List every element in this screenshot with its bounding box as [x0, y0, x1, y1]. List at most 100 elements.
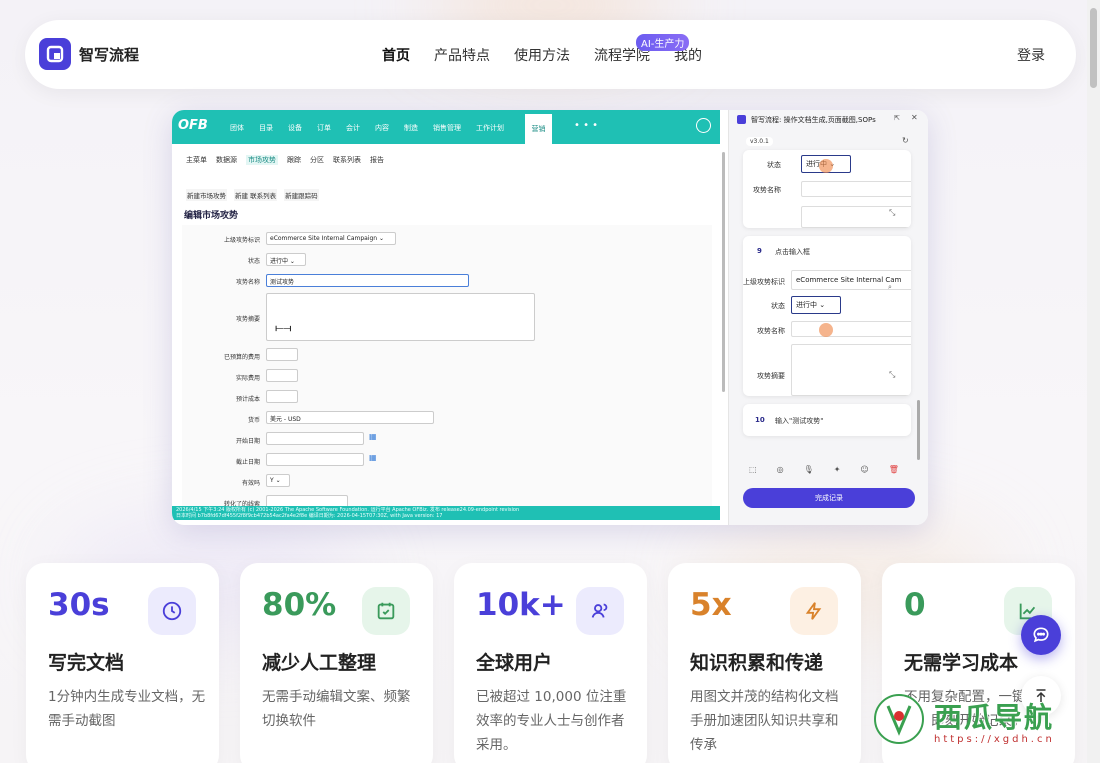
ofb-menu-item[interactable]: 工作计划 — [476, 123, 504, 133]
stat-card: 80% 减少人工整理 无需手动编辑文案、频繁切换软件 — [240, 563, 433, 763]
form-title: 编辑市场攻势 — [184, 211, 239, 221]
step-text: 输入"测试攻势" — [775, 417, 824, 425]
pin-icon[interactable]: ⇱ — [894, 114, 900, 122]
budget-input[interactable] — [266, 348, 298, 361]
scrollbar-thumb[interactable] — [1090, 8, 1097, 88]
field-label: 上级攻势标识 — [223, 237, 260, 244]
calendar-icon[interactable]: ▦ — [369, 432, 377, 441]
start-date-input[interactable] — [266, 432, 364, 445]
quick-link[interactable]: 新建 联系列表 — [234, 189, 278, 201]
ofb-menu-item[interactable]: 会计 — [346, 123, 360, 133]
ofb-submenu: 主菜单 数据源 市场攻势 跟踪 分区 联系列表 报告 — [186, 155, 393, 165]
field-label: 攻势名称 — [235, 279, 260, 286]
quick-link[interactable]: 新建跟踪码 — [284, 189, 319, 201]
ofb-menu-item[interactable]: 销售管理 — [433, 123, 461, 133]
footer-line: 日本时间 b7b8fd67df455f2f8f9cb472b54ac2fa4e2… — [176, 513, 443, 519]
field-label: 实际费用 — [235, 375, 260, 382]
ofb-menu-item[interactable]: 设备 — [288, 123, 302, 133]
active-select[interactable]: Y ⌄ — [266, 474, 290, 487]
submenu-item[interactable]: 数据源 — [216, 155, 237, 165]
ofb-menu-item[interactable]: 内容 — [375, 123, 389, 133]
card-field-label: 状态 — [767, 161, 781, 169]
login-link[interactable]: 登录 — [1017, 45, 1045, 65]
submenu-item[interactable]: 主菜单 — [186, 155, 207, 165]
click-marker — [819, 159, 833, 173]
card-field-label: 上级攻势标识 — [743, 278, 785, 286]
submenu-item[interactable]: 跟踪 — [287, 155, 301, 165]
chat-icon — [1033, 627, 1049, 643]
step-number: 10 — [755, 416, 765, 424]
stat-title: 知识积累和传递 — [690, 652, 824, 674]
panel-toolbar: ⬚ ◎ 🎙︎ ✦ ☺ 🗑︎ — [749, 465, 919, 474]
microphone-icon[interactable]: 🎙︎ — [804, 465, 814, 474]
ofb-header-bar: OFB 团体 目录 设备 订单 会计 内容 制造 销售管理 工作计划 营销 • … — [172, 110, 720, 144]
emoji-icon[interactable]: ☺ — [860, 465, 868, 474]
extension-side-panel: 智写流程: 操作文档生成,页面截图,SOPs ⇱ ✕ v3.0.1 ↻ 状态 进… — [728, 110, 928, 525]
stat-desc: 用图文并茂的结构化文档手册加速团队知识共享和传承 — [690, 689, 839, 753]
nav-link-home[interactable]: 首页 — [382, 45, 410, 65]
field-label: 已预算的费用 — [223, 354, 260, 361]
hide-icon[interactable]: ◎ — [777, 465, 784, 474]
submenu-item-selected[interactable]: 市场攻势 — [246, 155, 278, 165]
user-avatar-icon[interactable] — [696, 118, 711, 133]
watermark-logo — [874, 694, 924, 744]
nav-link-usage[interactable]: 使用方法 — [514, 45, 570, 65]
stat-title: 减少人工整理 — [262, 652, 377, 674]
campaign-summary-textarea[interactable] — [266, 293, 535, 341]
card-field-label: 攻势名称 — [757, 327, 785, 335]
campaign-form: 上级攻势标识 eCommerce Site Internal Campaign … — [182, 225, 712, 515]
ofb-menu-item[interactable]: 订单 — [317, 123, 331, 133]
field-label: 有效吗 — [241, 480, 260, 487]
lightning-icon — [790, 587, 838, 635]
scrollbar[interactable] — [917, 400, 920, 460]
screenshot-icon[interactable]: ⬚ — [749, 465, 757, 474]
ofb-menu-item[interactable]: 团体 — [230, 123, 244, 133]
brand-name[interactable]: 智写流程 — [79, 44, 139, 65]
watermark: 西瓜导航 https://xgdh.cn — [874, 692, 1094, 754]
stat-title: 无需学习成本 — [904, 652, 1019, 674]
expand-icon[interactable]: ⤡ — [889, 370, 895, 380]
submenu-item[interactable]: 报告 — [370, 155, 384, 165]
currency-select[interactable]: 美元 - USD — [266, 411, 434, 424]
actual-cost-input[interactable] — [266, 369, 298, 382]
quick-link[interactable]: 新建市场攻势 — [186, 189, 227, 201]
field-label: 货币 — [247, 417, 260, 424]
estimated-cost-input[interactable] — [266, 390, 298, 403]
submenu-item[interactable]: 联系列表 — [333, 155, 361, 165]
scrollbar[interactable] — [722, 152, 725, 392]
parent-input-preview: eCommerce Site Internal Cam — [791, 270, 911, 290]
campaign-name-input[interactable]: 测试攻势 — [266, 274, 469, 287]
nav-link-features[interactable]: 产品特点 — [434, 45, 490, 65]
step-card: 10 输入"测试攻势" — [743, 404, 911, 436]
ai-badge: AI-生产力 — [636, 34, 690, 51]
demo-screenshot: OFB 团体 目录 设备 订单 会计 内容 制造 销售管理 工作计划 营销 • … — [172, 110, 928, 525]
text-cursor-icon: ⟝⟞ — [275, 323, 292, 334]
step-card: 9 点击输入框 上级攻势标识 eCommerce Site Internal C… — [743, 236, 911, 396]
trash-icon[interactable]: 🗑︎ — [889, 465, 899, 474]
close-icon[interactable]: ✕ — [911, 113, 918, 122]
refresh-icon[interactable]: ↻ — [902, 136, 909, 145]
field-label: 攻势摘要 — [235, 316, 260, 323]
chat-button[interactable] — [1021, 615, 1061, 655]
calendar-check-icon — [362, 587, 410, 635]
ofb-menu-active[interactable]: 营销 — [525, 114, 552, 144]
version-tag: v3.0.1 — [746, 137, 773, 146]
expand-icon[interactable]: ⤡ — [889, 208, 895, 218]
ofb-menu-item[interactable]: 目录 — [259, 123, 273, 133]
ofb-menu-item[interactable]: 制造 — [404, 123, 418, 133]
stat-number: 5x — [690, 587, 732, 623]
watermark-text: 西瓜导航 — [934, 701, 1055, 734]
status-select[interactable]: 进行中 ⌄ — [266, 253, 306, 266]
finish-record-button[interactable]: 完成记录 — [743, 488, 915, 508]
more-menu-icon[interactable]: • • • — [574, 120, 598, 131]
watermark-url: https://xgdh.cn — [934, 734, 1055, 745]
end-date-input[interactable] — [266, 453, 364, 466]
zoom-icon[interactable]: ⌕ — [888, 283, 892, 292]
magic-icon[interactable]: ✦ — [834, 465, 841, 474]
calendar-icon[interactable]: ▦ — [369, 453, 377, 462]
parent-campaign-select[interactable]: eCommerce Site Internal Campaign ⌄ — [266, 232, 396, 245]
card-field-label: 状态 — [771, 302, 785, 310]
brand-logo-icon[interactable] — [39, 38, 71, 70]
submenu-item[interactable]: 分区 — [310, 155, 324, 165]
page-scrollbar[interactable] — [1087, 0, 1100, 763]
